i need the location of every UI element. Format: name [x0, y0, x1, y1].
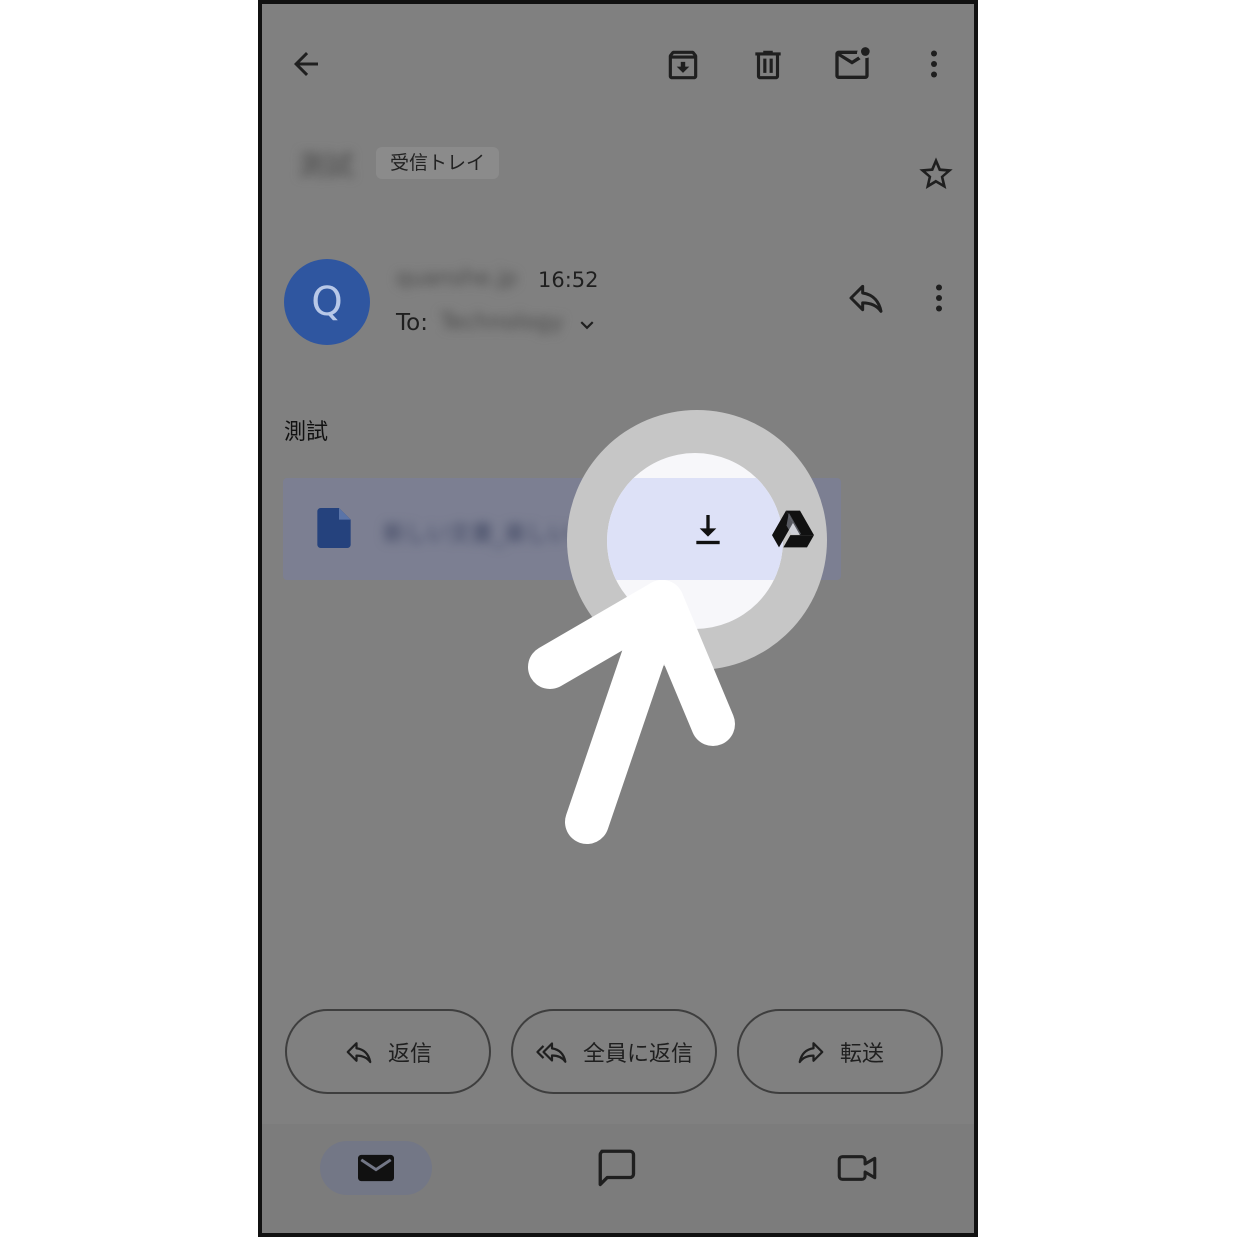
subject-title: 測試 [298, 149, 355, 182]
pointer-arrow-icon [528, 580, 735, 844]
google-drive-icon[interactable] [772, 510, 814, 548]
forward-icon [798, 1041, 824, 1063]
reply-all-button[interactable]: 全員に返信 [511, 1009, 717, 1094]
more-vert-icon[interactable] [916, 46, 952, 82]
trash-icon[interactable] [749, 46, 787, 84]
message-body: 測試 [284, 420, 329, 445]
reply-icon [346, 1041, 372, 1063]
star-outline-icon[interactable] [916, 154, 956, 194]
back-arrow-icon[interactable] [288, 46, 324, 82]
bottom-navigation [262, 1124, 974, 1233]
chevron-down-icon[interactable] [574, 312, 600, 338]
sender-name: quanshe.jp [396, 266, 518, 291]
reply-all-label: 全員に返信 [582, 1041, 693, 1067]
video-icon[interactable] [836, 1148, 878, 1188]
document-icon [317, 508, 351, 548]
mail-icon [358, 1154, 394, 1182]
archive-icon[interactable] [664, 46, 702, 84]
download-icon[interactable] [688, 510, 728, 550]
message-more-icon[interactable] [921, 280, 957, 316]
reply-label: 返信 [387, 1041, 432, 1067]
reply-all-icon [536, 1041, 567, 1063]
inbox-label-chip[interactable]: 受信トレイ [376, 147, 500, 179]
forward-label: 転送 [839, 1041, 884, 1067]
sender-avatar[interactable]: Q [284, 259, 370, 345]
reply-icon[interactable] [846, 278, 886, 318]
recipient-prefix: To: [396, 310, 428, 336]
mark-unread-icon[interactable] [832, 44, 872, 84]
chat-icon[interactable] [595, 1146, 637, 1188]
phone-screen: 測試 受信トレイ Q quanshe.jp 16:52 To: Technolo… [258, 0, 978, 1237]
forward-button[interactable]: 転送 [737, 1009, 943, 1094]
nav-mail-tab[interactable] [320, 1141, 432, 1195]
message-time: 16:52 [538, 268, 599, 292]
recipient-name: Technology [440, 310, 564, 335]
reply-button[interactable]: 返信 [285, 1009, 491, 1094]
attachment-filename: 新しい文書_楽しいの [383, 522, 593, 547]
